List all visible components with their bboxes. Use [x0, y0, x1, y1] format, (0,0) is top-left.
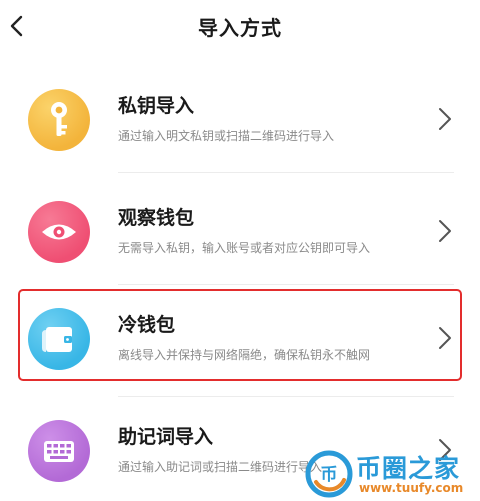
- option-description: 通过输入明文私钥或扫描二维码进行导入: [118, 129, 335, 143]
- option-title: 私钥导入: [118, 95, 195, 117]
- svg-text:币: 币: [321, 465, 338, 485]
- watermark: 币 币圈之家 www.tuufy.com: [304, 447, 474, 499]
- chevron-right-icon: [439, 220, 451, 242]
- header: 导入方式: [0, 0, 480, 54]
- import-option-watch-wallet[interactable]: 观察钱包 无需导入私钥，输入账号或者对应公钥即可导入: [0, 173, 480, 285]
- chevron-right-icon: [439, 108, 451, 130]
- option-title: 助记词导入: [118, 426, 214, 448]
- eye-icon: [28, 201, 90, 263]
- watermark-title: 币圈之家: [356, 454, 461, 483]
- import-option-private-key[interactable]: 私钥导入 通过输入明文私钥或扫描二维码进行导入: [0, 61, 480, 173]
- option-description: 通过输入助记词或扫描二维码进行导入: [118, 460, 323, 474]
- option-title: 观察钱包: [118, 207, 195, 229]
- highlight-box: [18, 289, 462, 381]
- page-title: 导入方式: [198, 16, 282, 40]
- keyboard-icon: [28, 420, 90, 482]
- key-icon: [28, 89, 90, 151]
- option-description: 无需导入私钥，输入账号或者对应公钥即可导入: [118, 241, 371, 255]
- watermark-logo-icon: 币: [305, 450, 353, 498]
- watermark-url: www.tuufy.com: [359, 481, 464, 495]
